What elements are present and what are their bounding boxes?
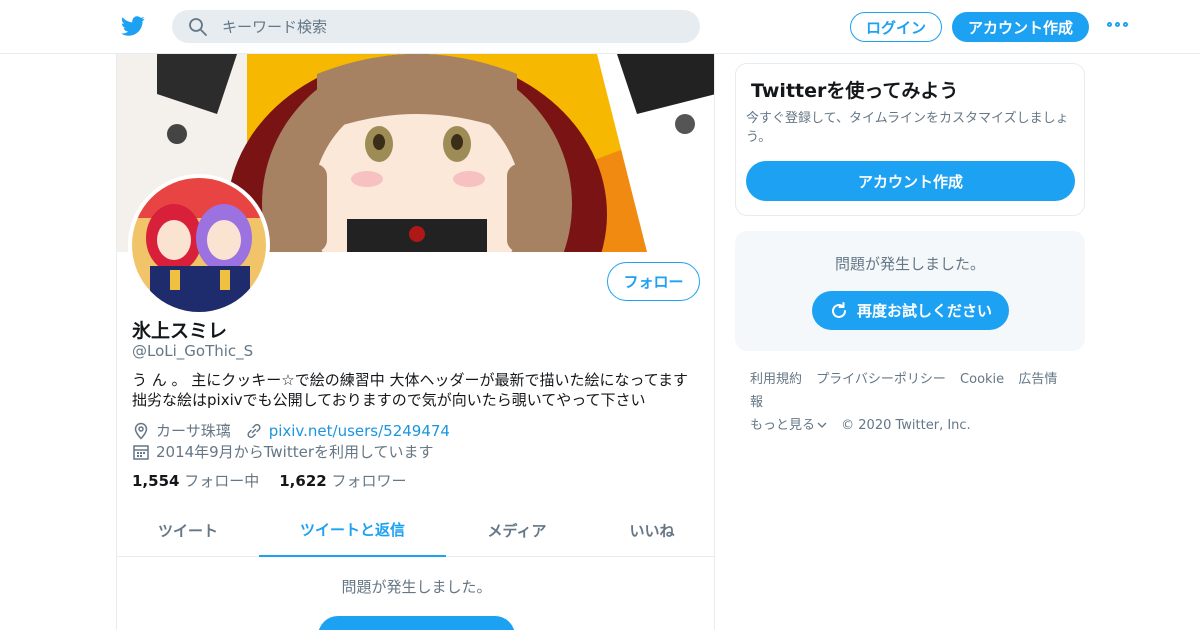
refresh-icon [832,301,846,318]
tab-likes[interactable]: いいね [588,504,714,557]
search-icon [189,18,207,36]
profile-tabs: ツイート ツイートと返信 メディア いいね [117,504,714,557]
sidebar-footer: 利用規約 プライバシーポリシー Cookie 広告情報 もっと見る © 2020… [750,368,1080,437]
profile-location: カーサ珠璃 [156,422,231,440]
sidebar-error-card: 問題が発生しました。 再度お試しください [735,231,1085,351]
following-count: 1,554 [132,472,180,490]
link-icon [247,423,261,438]
twitter-bird-icon[interactable] [120,14,146,38]
tab-media[interactable]: メディア [446,504,588,557]
bio-line: 拙劣な絵はpixivでも公開しておりますので気が向いたら覗いてやって下さい [132,391,646,409]
profile-handle[interactable]: @LoLi_GoThic_S [132,342,253,360]
timeline-retry-button[interactable] [318,616,515,630]
retry-label: 再度お試しください [856,302,992,320]
profile-stats: 1,554 フォロー中 1,622 フォロワー [132,470,407,491]
footer-link-terms[interactable]: 利用規約 [750,372,802,387]
login-button[interactable]: ログイン [850,12,942,42]
footer-copyright: © 2020 Twitter, Inc. [841,418,971,433]
followers-stat[interactable]: 1,622 フォロワー [279,470,406,491]
top-navigation-bar: ログイン アカウント作成 [0,0,1200,54]
tab-tweets-and-replies[interactable]: ツイートと返信 [259,504,446,557]
profile-website-link[interactable]: pixiv.net/users/5249474 [269,422,450,440]
promo-text: 今すぐ登録して、タイムラインをカスタマイズしましょう。 [746,111,1069,145]
profile-column: フォロー 氷上スミレ @LoLi_GoThic_S う ん 。 主にクッキー☆で… [116,54,715,630]
more-label: もっと見る [750,418,816,433]
sidebar-error-message: 問題が発生しました。 [834,255,985,273]
more-options-icon[interactable] [1107,22,1131,32]
tab-tweets[interactable]: ツイート [117,504,259,557]
profile-display-name: 氷上スミレ [132,320,228,342]
profile-joined-date: 2014年9月からTwitterを利用しています [156,443,434,461]
chevron-down-icon [817,422,827,428]
location-pin-icon [134,422,148,440]
footer-link-cookie[interactable]: Cookie [960,372,1004,387]
timeline-error-message: 問題が発生しました。 [341,578,492,596]
bio-line: う ん 。 主にクッキー☆で絵の練習中 大体ヘッダーが最新で描いた絵になってます [132,371,689,389]
following-stat[interactable]: 1,554 フォロー中 [132,470,259,491]
profile-joined-row: 2014年9月からTwitterを利用しています [132,441,434,462]
footer-link-more[interactable]: もっと見る [750,418,827,433]
signup-button[interactable]: アカウント作成 [952,12,1089,42]
follow-button[interactable]: フォロー [607,262,700,301]
search-box[interactable] [172,10,700,43]
promo-title: Twitterを使ってみよう [751,80,959,102]
calendar-icon [133,444,149,460]
signup-promo-card: Twitterを使ってみよう 今すぐ登録して、タイムラインをカスタマイズしましょ… [735,63,1085,216]
following-label: フォロー中 [184,472,260,490]
followers-label: フォロワー [331,472,407,490]
profile-location-row: カーサ珠璃 pixiv.net/users/5249474 [132,420,450,441]
search-input[interactable] [222,10,682,43]
profile-bio: う ん 。 主にクッキー☆で絵の練習中 大体ヘッダーが最新で描いた絵になってます… [132,370,702,410]
promo-signup-button[interactable]: アカウント作成 [746,161,1075,201]
followers-count: 1,622 [279,472,327,490]
profile-avatar[interactable] [128,174,270,316]
footer-link-privacy[interactable]: プライバシーポリシー [816,372,946,387]
sidebar-retry-button[interactable]: 再度お試しください [812,291,1009,330]
